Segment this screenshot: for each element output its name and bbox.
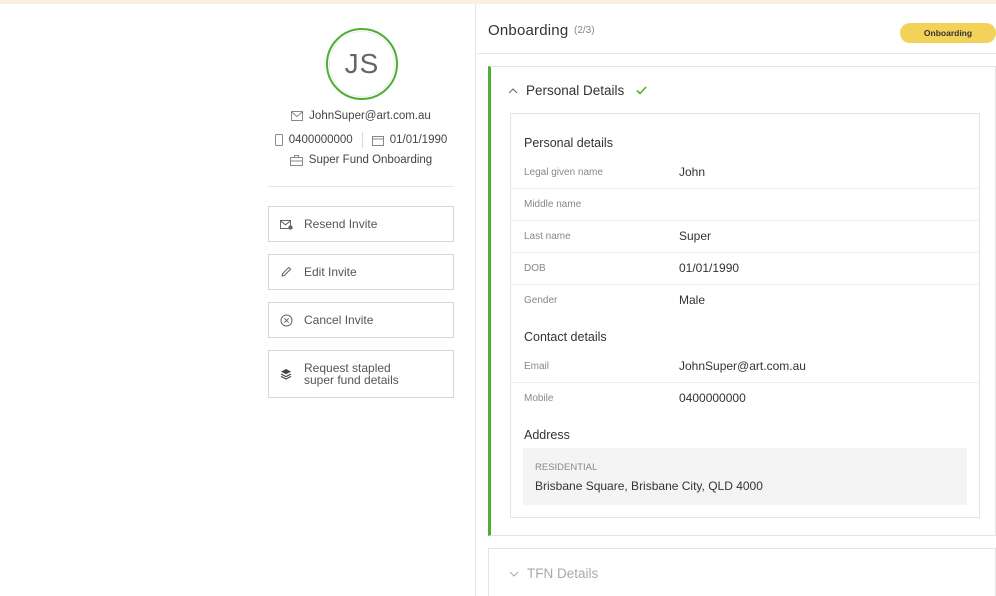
row-value: Super — [679, 229, 712, 243]
row-value: 01/01/1990 — [679, 261, 740, 275]
personal-heading: Personal details — [524, 136, 613, 150]
request-stapled-button[interactable]: Request stapled super fund details — [268, 350, 454, 398]
row-value: John — [679, 165, 706, 179]
avatar-initials: JS — [329, 31, 395, 97]
onboarding-panel: Onboarding (2/3) Onboarding Personal Det… — [477, 4, 996, 596]
envelope-gear-icon — [279, 217, 293, 231]
detail-row-given-name: Legal given name John — [511, 157, 979, 189]
row-value: JohnSuper@art.com.au — [679, 359, 806, 373]
request-stapled-label: Request stapled super fund details — [304, 362, 399, 386]
calendar-icon — [371, 135, 384, 146]
info-separator — [361, 132, 363, 148]
personal-details-card: Personal Details Personal details Legal … — [488, 66, 996, 536]
cancel-invite-button[interactable]: Cancel Invite — [268, 302, 454, 338]
profile-phone: 0400000000 — [288, 134, 353, 146]
chevron-down-icon — [509, 571, 519, 577]
resend-invite-label: Resend Invite — [304, 217, 378, 231]
mobile-icon — [274, 134, 283, 146]
briefcase-icon — [289, 154, 303, 166]
layers-icon — [279, 367, 293, 381]
email-line: JohnSuper@art.com.au — [268, 110, 454, 122]
address-value: Brisbane Square, Brisbane City, QLD 4000 — [535, 479, 763, 493]
profile-email: JohnSuper@art.com.au — [309, 110, 431, 122]
row-key: Gender — [524, 295, 558, 306]
personal-details-title: Personal Details — [526, 83, 625, 98]
onboarding-header: Onboarding (2/3) Onboarding — [477, 4, 996, 54]
detail-row-gender: Gender Male — [511, 285, 979, 317]
detail-row-mobile: Mobile 0400000000 — [511, 383, 979, 415]
chevron-up-icon — [508, 87, 518, 93]
row-value: 0400000000 — [679, 391, 746, 405]
circle-x-icon — [279, 313, 293, 327]
cancel-invite-label: Cancel Invite — [304, 313, 374, 327]
envelope-icon — [291, 111, 304, 121]
avatar: JS — [326, 28, 398, 100]
contact-heading: Contact details — [524, 330, 607, 344]
tfn-details-title: TFN Details — [527, 566, 599, 581]
row-key: Middle name — [524, 199, 582, 210]
row-key: Mobile — [524, 393, 554, 404]
profile-panel: JS JohnSuper@art.com.au 0400000000 01/01… — [0, 4, 476, 596]
detail-row-middle-name: Middle name — [511, 189, 979, 221]
edit-invite-button[interactable]: Edit Invite — [268, 254, 454, 290]
row-value: Male — [679, 293, 706, 307]
step-count: (2/3) — [574, 25, 595, 36]
edit-invite-label: Edit Invite — [304, 265, 357, 279]
page-title: Onboarding — [488, 22, 569, 39]
pencil-icon — [279, 265, 293, 279]
address-type: RESIDENTIAL — [535, 462, 598, 473]
address-heading: Address — [524, 428, 570, 442]
resend-invite-button[interactable]: Resend Invite — [268, 206, 454, 242]
address-box: RESIDENTIAL Brisbane Square, Brisbane Ci… — [523, 448, 967, 505]
row-key: Last name — [524, 231, 571, 242]
profile-workflow: Super Fund Onboarding — [308, 154, 433, 166]
status-badge: Onboarding — [900, 23, 996, 43]
row-key: Legal given name — [524, 167, 603, 178]
detail-row-dob: DOB 01/01/1990 — [511, 253, 979, 285]
row-key: Email — [524, 361, 550, 372]
request-stapled-line2: super fund details — [304, 373, 399, 387]
personal-details-toggle[interactable]: Personal Details — [508, 83, 647, 98]
divider — [268, 186, 454, 187]
tfn-details-card[interactable]: TFN Details — [488, 548, 996, 596]
row-key: DOB — [524, 263, 546, 274]
personal-details-body: Personal details Legal given name John M… — [510, 113, 980, 518]
phone-dob-line: 0400000000 01/01/1990 — [268, 132, 454, 148]
detail-row-last-name: Last name Super — [511, 221, 979, 253]
workflow-line: Super Fund Onboarding — [268, 154, 454, 166]
profile-dob: 01/01/1990 — [389, 134, 448, 146]
check-icon — [636, 86, 647, 95]
detail-row-email: Email JohnSuper@art.com.au — [511, 351, 979, 383]
tfn-details-toggle[interactable]: TFN Details — [509, 566, 598, 581]
